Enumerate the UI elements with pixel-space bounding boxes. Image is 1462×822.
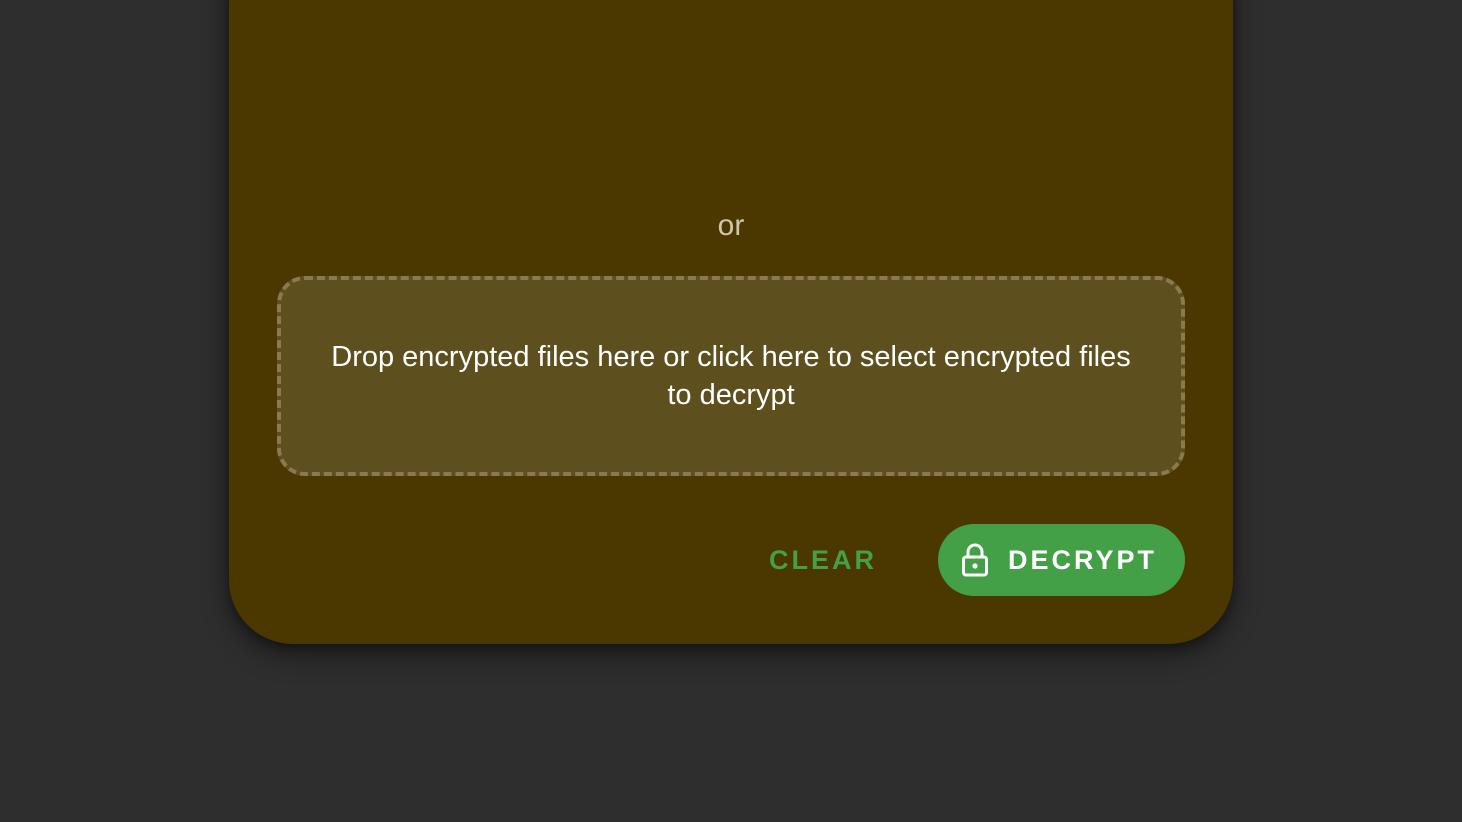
decrypt-button[interactable]: DECRYPT <box>938 524 1185 596</box>
clear-button[interactable]: CLEAR <box>769 540 877 580</box>
dropzone-label: Drop encrypted files here or click here … <box>331 341 1131 411</box>
decrypt-button-label: DECRYPT <box>1007 545 1157 575</box>
file-dropzone[interactable]: Drop encrypted files here or click here … <box>277 276 1185 476</box>
lock-icon <box>960 543 990 577</box>
or-divider-text: or <box>717 209 745 242</box>
decrypt-card: or Drop encrypted files here or click he… <box>229 0 1233 644</box>
